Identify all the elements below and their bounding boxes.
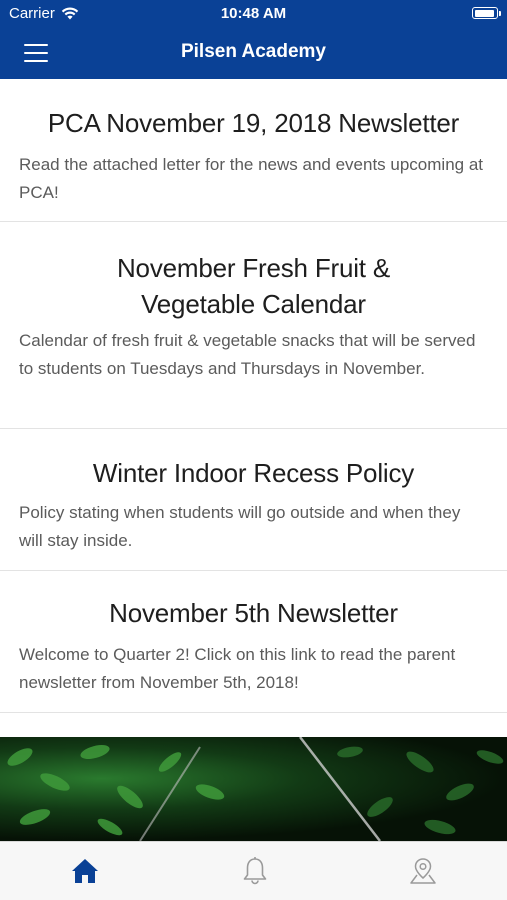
home-icon [72,859,98,883]
tab-locations[interactable] [408,856,438,886]
nav-bar: Pilsen Academy [0,28,507,79]
bell-icon [243,857,267,885]
post-description: Calendar of fresh fruit & vegetable snac… [19,331,476,378]
post-title: PCA November 19, 2018 Newsletter [47,108,460,138]
banner-image [0,737,507,841]
post-title: November Fresh Fruit & Vegetable Calenda… [116,253,390,319]
nav-title: Pilsen Academy [180,41,327,62]
post-description: Welcome to Quarter 2! Click on this link… [19,645,456,692]
tab-notifications[interactable] [240,856,270,886]
tab-bar [0,841,507,900]
tab-home[interactable] [70,856,100,886]
post-list: PCA November 19, 2018 Newsletter Read th… [0,79,507,713]
battery-icon [472,7,501,19]
list-item[interactable]: November Fresh Fruit & Vegetable Calenda… [0,222,507,429]
list-item[interactable]: PCA November 19, 2018 Newsletter Read th… [0,79,507,222]
post-title: Winter Indoor Recess Policy [92,458,415,488]
post-description: Policy stating when students will go out… [19,503,461,550]
status-time: 10:48 AM [220,5,287,22]
status-bar: Carrier 10:48 AM [0,0,507,28]
map-pin-icon [410,858,436,884]
list-item[interactable]: Winter Indoor Recess Policy Policy stati… [0,429,507,571]
post-description: Read the attached letter for the news an… [19,155,484,202]
list-item[interactable]: November 5th Newsletter Welcome to Quart… [0,571,507,713]
post-title: November 5th Newsletter [109,598,398,628]
